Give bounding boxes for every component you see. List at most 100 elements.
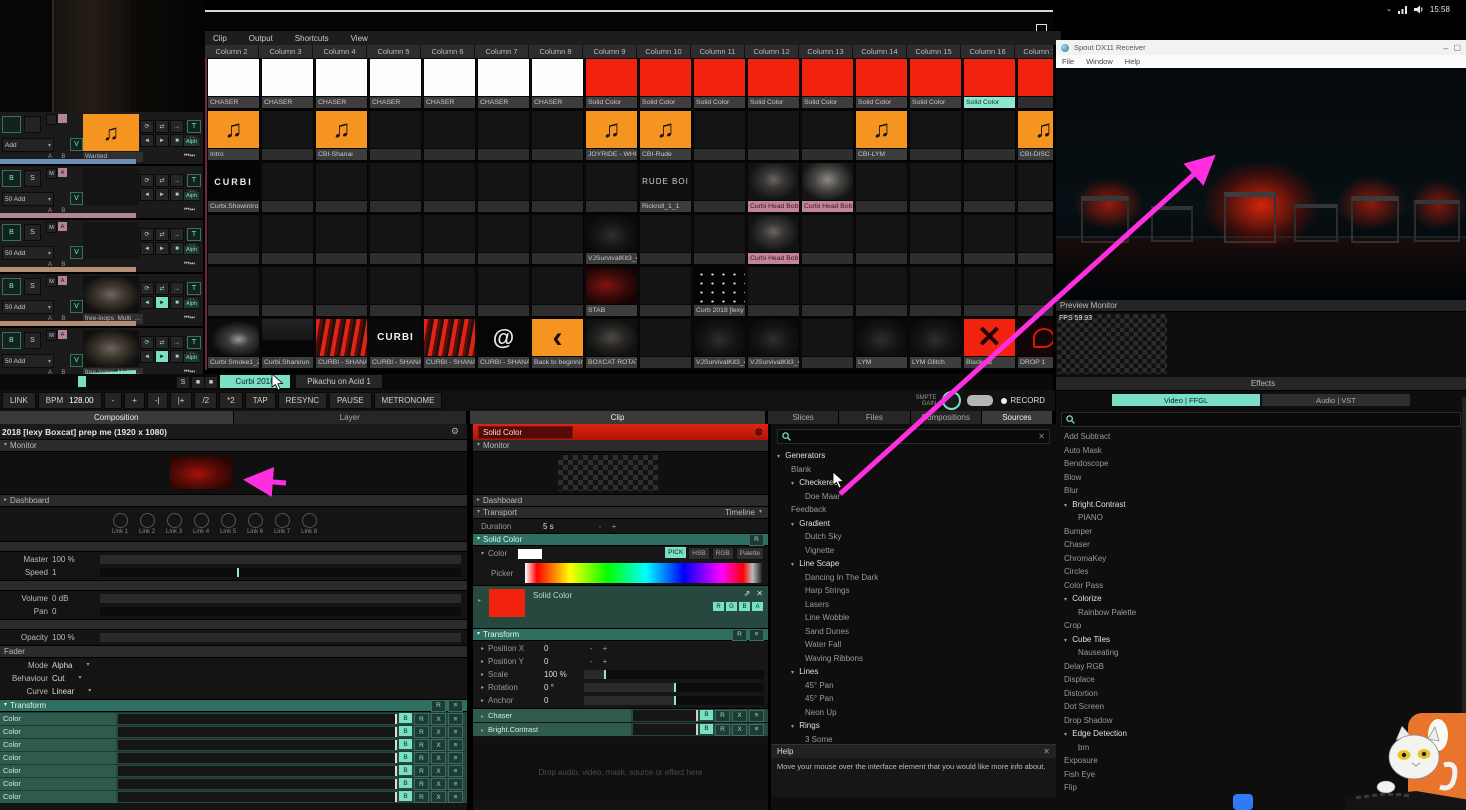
- layer-m-button[interactable]: [46, 114, 57, 125]
- volume-icon[interactable]: [1414, 5, 1424, 14]
- clip-thumb[interactable]: @: [478, 319, 529, 356]
- clip-cell[interactable]: LYM: [855, 318, 909, 370]
- clip-cell[interactable]: ♫JOYRIDE - WHIT...: [585, 110, 639, 162]
- tray-chevron-icon[interactable]: ⌄: [1386, 5, 1392, 13]
- clip-thumb[interactable]: [316, 267, 367, 304]
- clip-cell[interactable]: CHASER: [477, 58, 531, 110]
- clip-thumb[interactable]: [370, 163, 421, 200]
- clip-thumb[interactable]: [802, 111, 853, 148]
- layer-clip-thumb[interactable]: [83, 222, 139, 259]
- row-button-r[interactable]: R: [414, 713, 429, 725]
- row-button-r[interactable]: R: [414, 739, 429, 751]
- column-header[interactable]: Column 14: [853, 45, 907, 58]
- subpanel-expand-icon[interactable]: ⇗: [744, 589, 751, 598]
- expand-arrow-icon[interactable]: ▸: [481, 658, 484, 665]
- clip-cell[interactable]: VJSurvivalKit3_44: [693, 318, 747, 370]
- dashboard-knob[interactable]: Link 6: [247, 513, 263, 535]
- gear-icon[interactable]: ⚙: [451, 426, 467, 437]
- clip-cell[interactable]: CURBI - SHANAI ...: [315, 318, 369, 370]
- column-header[interactable]: Column 11: [691, 45, 745, 58]
- clip-thumb[interactable]: [640, 319, 691, 356]
- param-slider[interactable]: [100, 594, 461, 603]
- row-button-x[interactable]: X: [431, 713, 446, 725]
- clip-thumb[interactable]: [910, 163, 961, 200]
- clip-cell[interactable]: [261, 266, 315, 318]
- tree-item[interactable]: Waving Ribbons: [777, 652, 1056, 666]
- tree-item[interactable]: Auto Mask: [1064, 444, 1466, 458]
- tab-sources[interactable]: Sources: [982, 411, 1053, 424]
- transport-icon[interactable]: ◄: [140, 188, 154, 201]
- clip-cell[interactable]: Solid Color: [855, 58, 909, 110]
- clip-cell[interactable]: [801, 110, 855, 162]
- transport-icon[interactable]: ⟳: [140, 282, 154, 295]
- layer-v-button[interactable]: V: [70, 354, 83, 367]
- tab-video-ffgl[interactable]: Video | FFGL: [1112, 394, 1260, 406]
- tree-item[interactable]: Blur: [1064, 484, 1466, 498]
- clip-cell[interactable]: LYM Glitch: [909, 318, 963, 370]
- clip-param-value[interactable]: 100 %: [544, 670, 584, 679]
- param-value[interactable]: 0: [52, 607, 100, 616]
- row-button-x[interactable]: X: [431, 739, 446, 751]
- param-slider[interactable]: [100, 555, 461, 564]
- clip-thumb[interactable]: [424, 111, 475, 148]
- tree-item[interactable]: 45° Pan: [777, 692, 1056, 706]
- clip-thumb[interactable]: [370, 267, 421, 304]
- clip-cell[interactable]: [477, 214, 531, 266]
- timeline-dropdown[interactable]: Timeline: [725, 507, 755, 518]
- toolbar-button-RESYNC[interactable]: RESYNC: [278, 392, 327, 409]
- clip-thumb[interactable]: [1018, 267, 1053, 304]
- layer-v-button[interactable]: V: [70, 246, 83, 259]
- transport-icon[interactable]: ►: [155, 242, 169, 255]
- toolbar-button-[interactable]: -: [104, 392, 123, 409]
- tree-item[interactable]: Bendoscope: [1064, 457, 1466, 471]
- param-plus-button[interactable]: +: [598, 657, 612, 666]
- bpm-display[interactable]: BPM 128.00: [38, 392, 102, 409]
- clip-cell[interactable]: [423, 214, 477, 266]
- layer-bypass-button[interactable]: B: [2, 170, 21, 187]
- row-button-≡[interactable]: ≡: [448, 791, 463, 803]
- deck-s-button[interactable]: S: [176, 376, 190, 389]
- clip-thumb[interactable]: [208, 267, 259, 304]
- clip-thumb[interactable]: [532, 59, 583, 96]
- clip-thumb[interactable]: [964, 267, 1015, 304]
- clip-cell[interactable]: [531, 266, 585, 318]
- clip-thumb[interactable]: [208, 59, 259, 96]
- clip-thumb[interactable]: ♫: [316, 111, 367, 148]
- clip-thumb[interactable]: [802, 267, 853, 304]
- clip-cell[interactable]: ♫CBI-Shanai: [315, 110, 369, 162]
- clip-thumb[interactable]: [262, 111, 313, 148]
- clip-thumb[interactable]: [694, 111, 745, 148]
- tree-item[interactable]: Neon Up: [777, 706, 1056, 720]
- clip-thumb[interactable]: [694, 267, 745, 304]
- layer-a-button[interactable]: A: [58, 276, 67, 285]
- expand-arrow-icon[interactable]: ▸: [481, 728, 484, 734]
- clip-thumb[interactable]: [586, 163, 637, 200]
- param-slider[interactable]: [100, 607, 461, 616]
- column-header[interactable]: Column 7: [475, 45, 529, 58]
- clip-thumb[interactable]: [262, 59, 313, 96]
- tree-item[interactable]: Feedback: [777, 503, 1056, 517]
- clip-thumb[interactable]: [748, 215, 799, 252]
- row-button-≡[interactable]: ≡: [448, 713, 463, 725]
- transport-icon[interactable]: ■: [170, 350, 184, 363]
- clip-thumb[interactable]: [910, 59, 961, 96]
- clip-cell[interactable]: [423, 162, 477, 214]
- tree-item[interactable]: Rainbow Palette: [1064, 606, 1466, 620]
- param-plus-button[interactable]: +: [598, 644, 612, 653]
- clip-thumb[interactable]: [910, 215, 961, 252]
- clip-close-icon[interactable]: ⊗: [755, 427, 763, 438]
- clip-param-slider[interactable]: [584, 683, 764, 692]
- subpanel-color-swatch[interactable]: [489, 589, 525, 617]
- column-header[interactable]: Column 9: [583, 45, 637, 58]
- clip-cell[interactable]: [207, 214, 261, 266]
- clip-dashboard-header[interactable]: ▸Dashboard: [473, 495, 768, 507]
- clip-thumb[interactable]: [262, 267, 313, 304]
- subpanel-close-icon[interactable]: ✕: [756, 589, 763, 598]
- clip-thumb[interactable]: [694, 163, 745, 200]
- tree-category[interactable]: ▾ Checkered: [777, 476, 1056, 490]
- clip-cell[interactable]: [963, 110, 1017, 162]
- clip-thumb[interactable]: [748, 111, 799, 148]
- clip-thumb[interactable]: [694, 59, 745, 96]
- tab-files[interactable]: Files: [839, 411, 910, 424]
- clip-thumb[interactable]: [640, 59, 691, 96]
